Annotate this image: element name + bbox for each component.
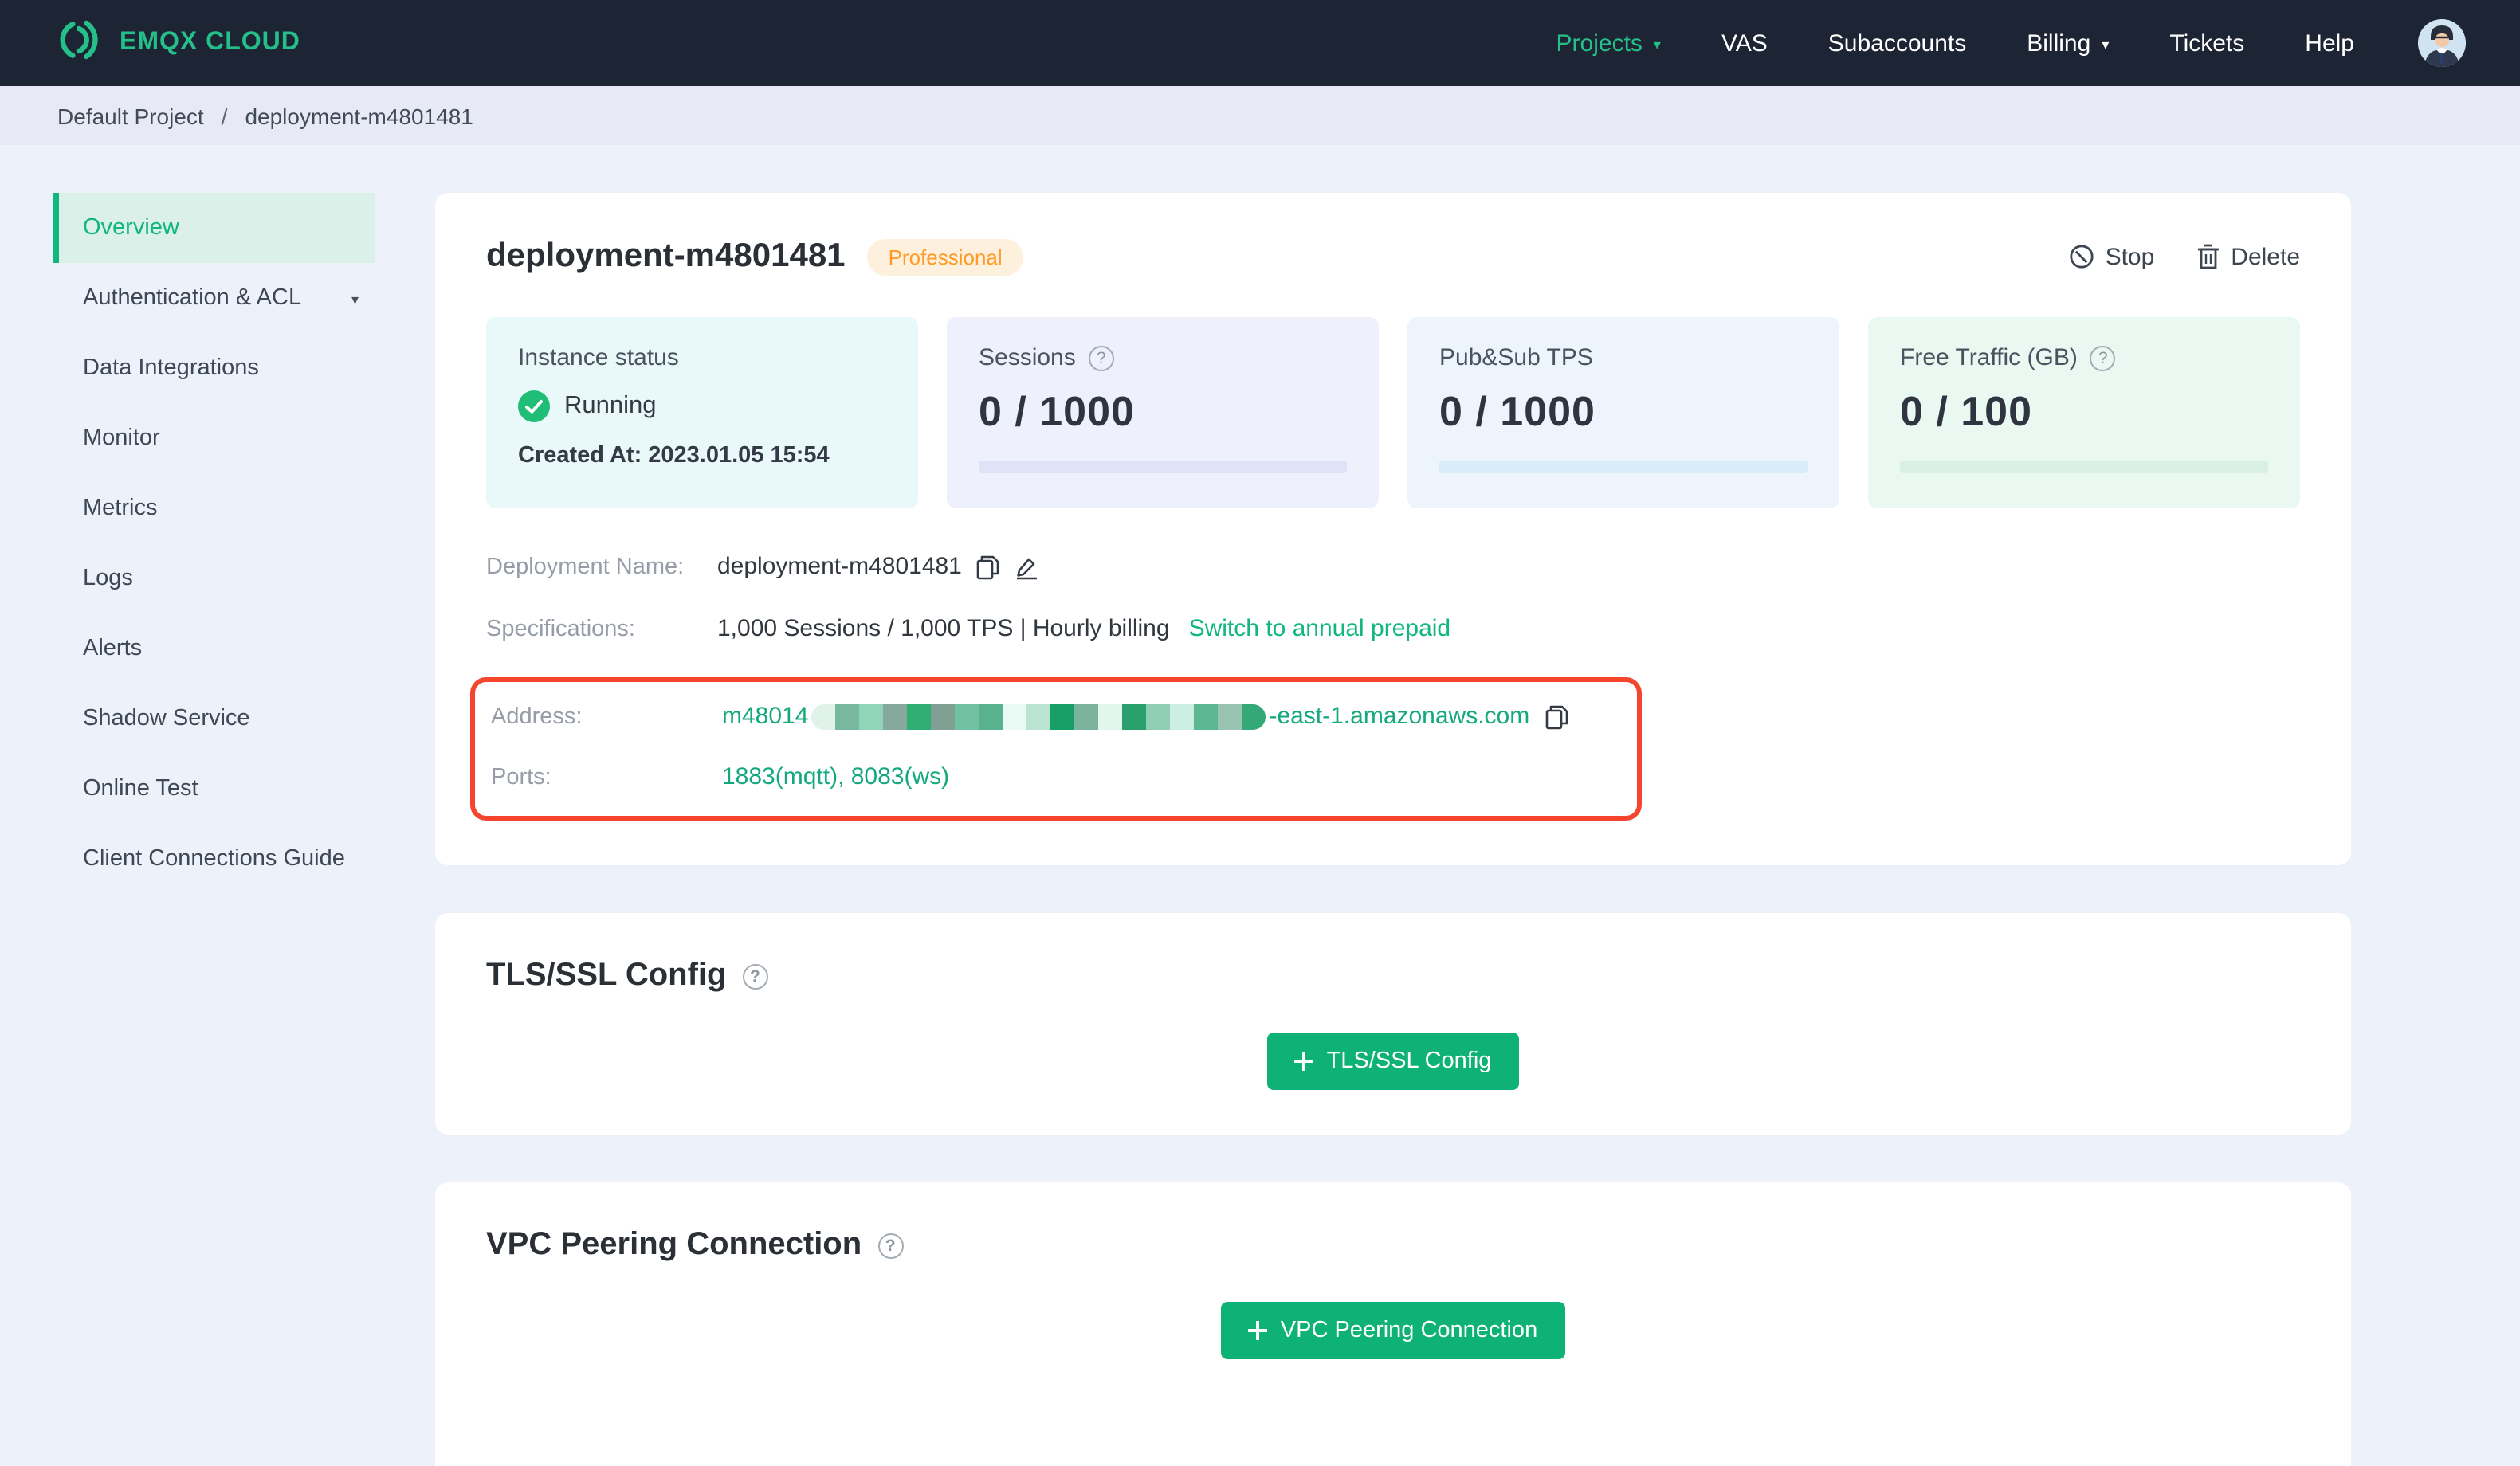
sessions-progress-bar bbox=[979, 461, 1347, 473]
specifications-row: Specifications: 1,000 Sessions / 1,000 T… bbox=[486, 615, 1451, 642]
nav-tickets[interactable]: Tickets bbox=[2169, 29, 2244, 57]
sessions-value: 0 / 1000 bbox=[979, 387, 1135, 435]
traffic-value: 0 / 100 bbox=[1900, 387, 2033, 435]
breadcrumb-current: deployment-m4801481 bbox=[245, 103, 473, 128]
address-value-prefix: m48014 bbox=[722, 703, 809, 730]
vpc-title: VPC Peering Connection bbox=[486, 1227, 862, 1262]
help-icon[interactable]: ? bbox=[1088, 345, 1114, 370]
plan-badge: Professional bbox=[867, 238, 1023, 275]
deployment-name-row: Deployment Name: deployment-m4801481 bbox=[486, 553, 2300, 580]
copy-icon[interactable] bbox=[976, 554, 1000, 579]
sidebar-item-alerts[interactable]: Alerts bbox=[53, 613, 375, 684]
annotation-highlight-box: Address: m48014 -east-1.amazonaws.com Po… bbox=[470, 677, 1642, 821]
top-nav: EMQX CLOUD Projects ▾ VAS Subaccounts Bil… bbox=[0, 0, 2520, 86]
check-circle-icon bbox=[518, 390, 550, 422]
sidebar-item-metrics[interactable]: Metrics bbox=[53, 473, 375, 543]
instance-status-card: Instance status Running Created At: 2023… bbox=[486, 317, 918, 508]
status-badge: Running bbox=[564, 392, 657, 419]
content: Overview Authentication & ACL ▾ Data Int… bbox=[0, 145, 2520, 1466]
sidebar-item-data-integrations[interactable]: Data Integrations bbox=[53, 333, 375, 403]
chevron-down-icon: ▾ bbox=[2102, 36, 2110, 52]
deployment-name-value: deployment-m4801481 bbox=[717, 553, 962, 580]
address-redacted bbox=[811, 704, 1266, 729]
switch-annual-prepaid-link[interactable]: Switch to annual prepaid bbox=[1189, 615, 1451, 642]
emqx-cloud-console: EMQX CLOUD Projects ▾ VAS Subaccounts Bil… bbox=[0, 0, 2520, 1466]
add-tls-ssl-config-button[interactable]: TLS/SSL Config bbox=[1267, 1033, 1519, 1090]
specifications-value: 1,000 Sessions / 1,000 TPS | Hourly bill… bbox=[717, 615, 1170, 642]
help-icon[interactable]: ? bbox=[742, 963, 768, 989]
help-icon[interactable]: ? bbox=[877, 1233, 904, 1258]
nav-subaccounts[interactable]: Subaccounts bbox=[1828, 29, 1966, 57]
nav-help[interactable]: Help bbox=[2305, 29, 2354, 57]
nav-vas[interactable]: VAS bbox=[1721, 29, 1768, 57]
chevron-down-icon: ▾ bbox=[1653, 36, 1661, 52]
chevron-down-icon: ▾ bbox=[351, 291, 359, 307]
address-value-suffix: -east-1.amazonaws.com bbox=[1269, 703, 1530, 730]
user-avatar[interactable] bbox=[2418, 19, 2466, 67]
page-title: deployment-m4801481 bbox=[486, 237, 846, 274]
sidebar-item-authentication-acl[interactable]: Authentication & ACL ▾ bbox=[53, 263, 375, 333]
sidebar: Overview Authentication & ACL ▾ Data Int… bbox=[0, 193, 375, 894]
edit-icon[interactable] bbox=[1015, 554, 1040, 579]
plus-icon bbox=[1248, 1321, 1268, 1340]
address-row: Address: m48014 -east-1.amazonaws.com bbox=[491, 703, 1621, 730]
created-at: Created At: 2023.01.05 15:54 bbox=[518, 443, 830, 468]
tls-ssl-card: TLS/SSL Config ? TLS/SSL Config bbox=[435, 913, 2351, 1135]
plus-icon bbox=[1294, 1052, 1314, 1071]
ports-value: 1883(mqtt), 8083(ws) bbox=[722, 763, 950, 790]
sessions-card: Sessions ? 0 / 1000 bbox=[947, 317, 1379, 508]
emqx-logo-icon bbox=[54, 15, 102, 71]
free-traffic-card: Free Traffic (GB) ? 0 / 100 bbox=[1868, 317, 2300, 508]
add-vpc-peering-button[interactable]: VPC Peering Connection bbox=[1221, 1302, 1565, 1359]
help-icon[interactable]: ? bbox=[2090, 345, 2116, 370]
tps-progress-bar bbox=[1439, 461, 1808, 473]
trash-icon bbox=[2197, 244, 2219, 269]
sidebar-item-client-connections-guide[interactable]: Client Connections Guide bbox=[53, 824, 375, 894]
brand[interactable]: EMQX CLOUD bbox=[54, 15, 300, 71]
tls-title: TLS/SSL Config bbox=[486, 958, 727, 993]
breadcrumb-separator: / bbox=[221, 103, 228, 128]
nav-projects[interactable]: Projects ▾ bbox=[1556, 29, 1661, 57]
pubsub-tps-card: Pub&Sub TPS 0 / 1000 bbox=[1407, 317, 1839, 508]
top-nav-items: Projects ▾ VAS Subaccounts Billing ▾ Ticke… bbox=[1556, 19, 2466, 67]
copy-icon[interactable] bbox=[1544, 704, 1568, 729]
delete-button[interactable]: Delete bbox=[2196, 243, 2300, 270]
breadcrumb: Default Project / deployment-m4801481 bbox=[0, 86, 2520, 145]
sidebar-item-online-test[interactable]: Online Test bbox=[53, 754, 375, 824]
stop-icon bbox=[2069, 245, 2094, 269]
tps-value: 0 / 1000 bbox=[1439, 387, 1596, 435]
ports-row: Ports: 1883(mqtt), 8083(ws) bbox=[491, 763, 950, 790]
breadcrumb-project[interactable]: Default Project bbox=[57, 103, 204, 128]
brand-name: EMQX CLOUD bbox=[120, 29, 300, 56]
nav-billing[interactable]: Billing ▾ bbox=[2027, 29, 2109, 57]
stop-button[interactable]: Stop bbox=[2069, 243, 2154, 270]
traffic-progress-bar bbox=[1900, 461, 2268, 473]
main-panel: deployment-m4801481 Professional Stop De… bbox=[435, 193, 2351, 1466]
sidebar-item-shadow-service[interactable]: Shadow Service bbox=[53, 684, 375, 754]
sidebar-item-logs[interactable]: Logs bbox=[53, 543, 375, 613]
sidebar-item-monitor[interactable]: Monitor bbox=[53, 403, 375, 473]
sidebar-item-overview[interactable]: Overview bbox=[53, 193, 375, 263]
vpc-peering-card: VPC Peering Connection ? VPC Peering Con… bbox=[435, 1182, 2351, 1466]
deployment-card: deployment-m4801481 Professional Stop De… bbox=[435, 193, 2351, 865]
